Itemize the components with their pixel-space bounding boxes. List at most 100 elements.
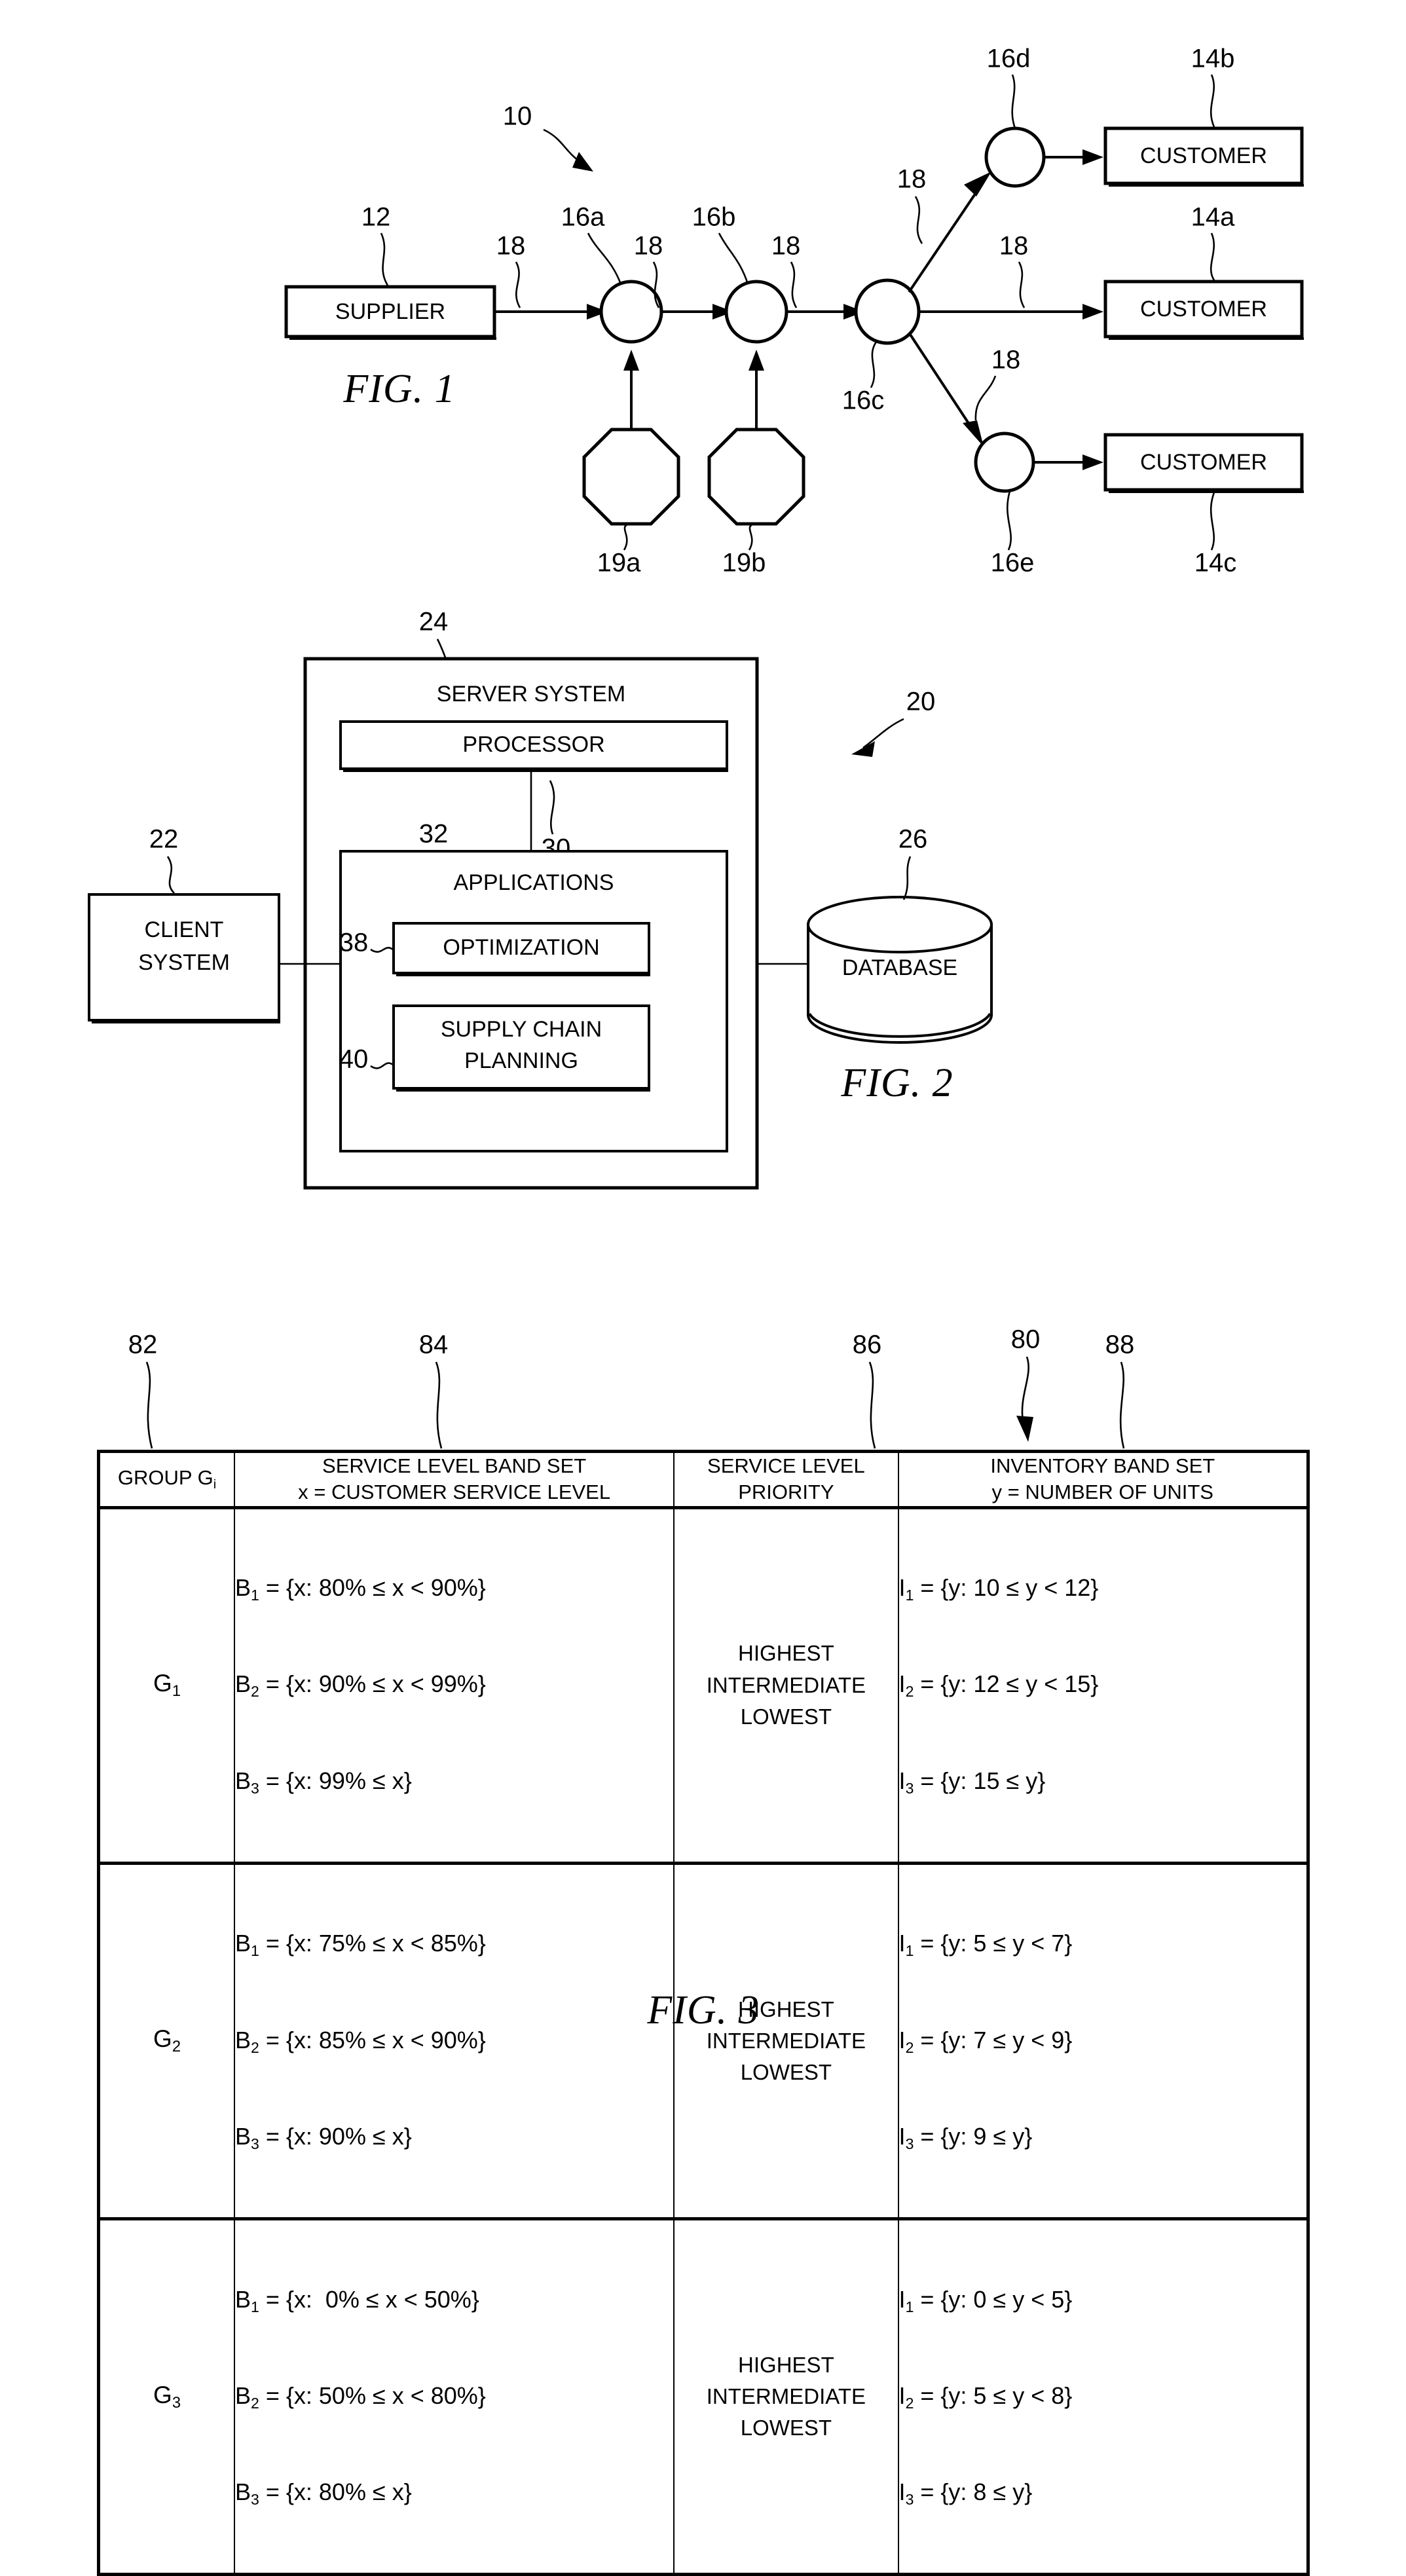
band-subscript: 1 [251,1586,259,1604]
client-system-label-2: SYSTEM [138,950,230,975]
group-subscript: 1 [172,1683,181,1701]
inventory-name: I [898,2478,906,2505]
source-octagon-19a [582,428,680,526]
header-slp-line2: PRIORITY [738,1481,834,1504]
ref-88: 88 [1105,1331,1135,1359]
ref-20: 20 [906,688,936,716]
band-line: B1 = {x: 0% ≤ x < 50%} [235,2284,673,2317]
band-line: B3 = {x: 90% ≤ x} [235,2121,673,2154]
inventory-expr: = {y: 12 ≤ y < 15} [914,1670,1099,1698]
header-group-subscript: i [213,1477,217,1492]
priority-line: HIGHEST [738,2352,834,2377]
figure-3-caption: FIG. 3 [646,1988,759,2033]
inventory-subscript: 3 [905,1779,914,1797]
ref-16d: 16d [987,45,1031,73]
ref-16e: 16e [991,549,1035,578]
ref-26: 26 [898,825,928,854]
inventory-name: I [898,2382,906,2409]
inventory-line: I2 = {y: 12 ≤ y < 15} [899,1668,1306,1702]
client-system-label-1: CLIENT [145,917,224,942]
header-slbs-line1: SERVICE LEVEL BAND SET [322,1454,587,1477]
ref-19a: 19a [597,549,641,578]
inventory-expr: = {y: 8 ≤ y} [914,2478,1033,2505]
node-16b [724,280,788,344]
ref-18-3: 18 [771,232,801,261]
band-subscript: 3 [251,1779,259,1797]
band-line: B2 = {x: 90% ≤ x < 99%} [235,1668,673,1702]
header-ibs-line2: y = NUMBER OF UNITS [991,1481,1213,1504]
ref-18-4: 18 [897,165,927,194]
server-system-label: SERVER SYSTEM [437,682,625,707]
customer-label-b: CUSTOMER [1140,143,1267,168]
ref-32: 32 [419,820,449,849]
band-subscript: 2 [251,2394,259,2412]
band-expr: = {x: 75% ≤ x < 85%} [259,1930,486,1957]
ref-16c: 16c [842,386,885,415]
ref-18-6: 18 [991,346,1021,375]
row-group-cell: G3 [98,2217,236,2576]
ref-19b: 19b [722,549,766,578]
inventory-subscript: 3 [905,2490,914,2508]
supply-chain-planning-label-2: PLANNING [464,1048,578,1073]
band-line: B1 = {x: 80% ≤ x < 90%} [235,1572,673,1606]
inventory-line: I3 = {y: 9 ≤ y} [899,2121,1306,2154]
band-subscript: 3 [251,2135,259,2152]
band-subscript: 1 [251,2298,259,2315]
applications-label: APPLICATIONS [454,870,614,895]
inventory-expr: = {y: 0 ≤ y < 5} [914,2285,1073,2313]
band-expr: = {x: 99% ≤ x} [259,1767,412,1794]
inventory-subscript: 1 [905,1942,914,1960]
band-name: B [235,2478,251,2505]
ref-18-2: 18 [634,232,663,261]
ref-38: 38 [339,929,369,957]
ref-82: 82 [128,1331,158,1359]
inventory-subscript: 2 [905,2394,914,2412]
priority-line: HIGHEST [738,1641,834,1666]
row-service-level-bands-cell: B1 = {x: 0% ≤ x < 50%} B2 = {x: 50% ≤ x … [234,2217,675,2576]
inventory-expr: = {y: 15 ≤ y} [914,1767,1046,1794]
ref-86: 86 [853,1331,882,1359]
inventory-line: I3 = {y: 8 ≤ y} [899,2476,1306,2510]
header-slp-line1: SERVICE LEVEL [707,1454,865,1477]
node-16a [599,280,663,344]
band-name: B [235,1930,251,1957]
inventory-name: I [898,1930,906,1957]
figure-2: 24 SERVER SYSTEM PROCESSOR 30 32 APPLICA… [88,608,993,1190]
band-expr: = {x: 80% ≤ x < 90%} [259,1574,486,1602]
inventory-name: I [898,2285,906,2313]
band-name: B [235,1767,251,1794]
ref-40: 40 [339,1045,369,1074]
inventory-expr: = {y: 10 ≤ y < 12} [914,1574,1099,1602]
figure-2-caption: FIG. 2 [840,1061,953,1105]
table-row: G1 B1 = {x: 80% ≤ x < 90%} B2 = {x: 90% … [98,1505,1309,1864]
figure-1: 10 SUPPLIER 12 18 16a 18 16b 18 16c 19a … [284,45,1304,578]
row-priority-cell: HIGHEST INTERMEDIATE LOWEST [673,1505,899,1864]
band-subscript: 2 [251,1683,259,1701]
band-expr: = {x: 90% ≤ x} [259,2122,412,2150]
source-octagon-19b [707,428,805,526]
band-line: B2 = {x: 50% ≤ x < 80%} [235,2380,673,2414]
row-priority-cell: HIGHEST INTERMEDIATE LOWEST [673,2217,899,2576]
band-expr: = {x: 90% ≤ x < 99%} [259,1670,486,1698]
group-name: G [153,1670,172,1697]
supplier-label: SUPPLIER [335,299,445,324]
priority-line: LOWEST [740,2416,832,2440]
header-slbs-line2: x = CUSTOMER SERVICE LEVEL [298,1481,611,1504]
band-line: B1 = {x: 75% ≤ x < 85%} [235,1928,673,1961]
band-expr: = {x: 50% ≤ x < 80%} [259,2382,486,2409]
customer-label-c: CUSTOMER [1140,450,1267,475]
inventory-line: I1 = {y: 0 ≤ y < 5} [899,2284,1306,2317]
band-name: B [235,2122,251,2150]
table-row: G3 B1 = {x: 0% ≤ x < 50%} B2 = {x: 50% ≤… [98,2217,1309,2576]
node-16d [984,126,1046,188]
ref-80: 80 [1011,1325,1041,1354]
node-16e [974,432,1035,493]
ref-24: 24 [419,608,449,636]
patent-drawing-sheet: 10 SUPPLIER 12 18 16a 18 16b 18 16c 19a … [0,0,1406,2576]
ref-14c: 14c [1194,549,1237,578]
ref-18-5: 18 [999,232,1029,261]
header-service-level-priority: SERVICE LEVEL PRIORITY [673,1450,899,1509]
band-subscript: 3 [251,2490,259,2508]
customer-label-a: CUSTOMER [1140,297,1267,322]
priority-line: INTERMEDIATE [706,1672,866,1697]
